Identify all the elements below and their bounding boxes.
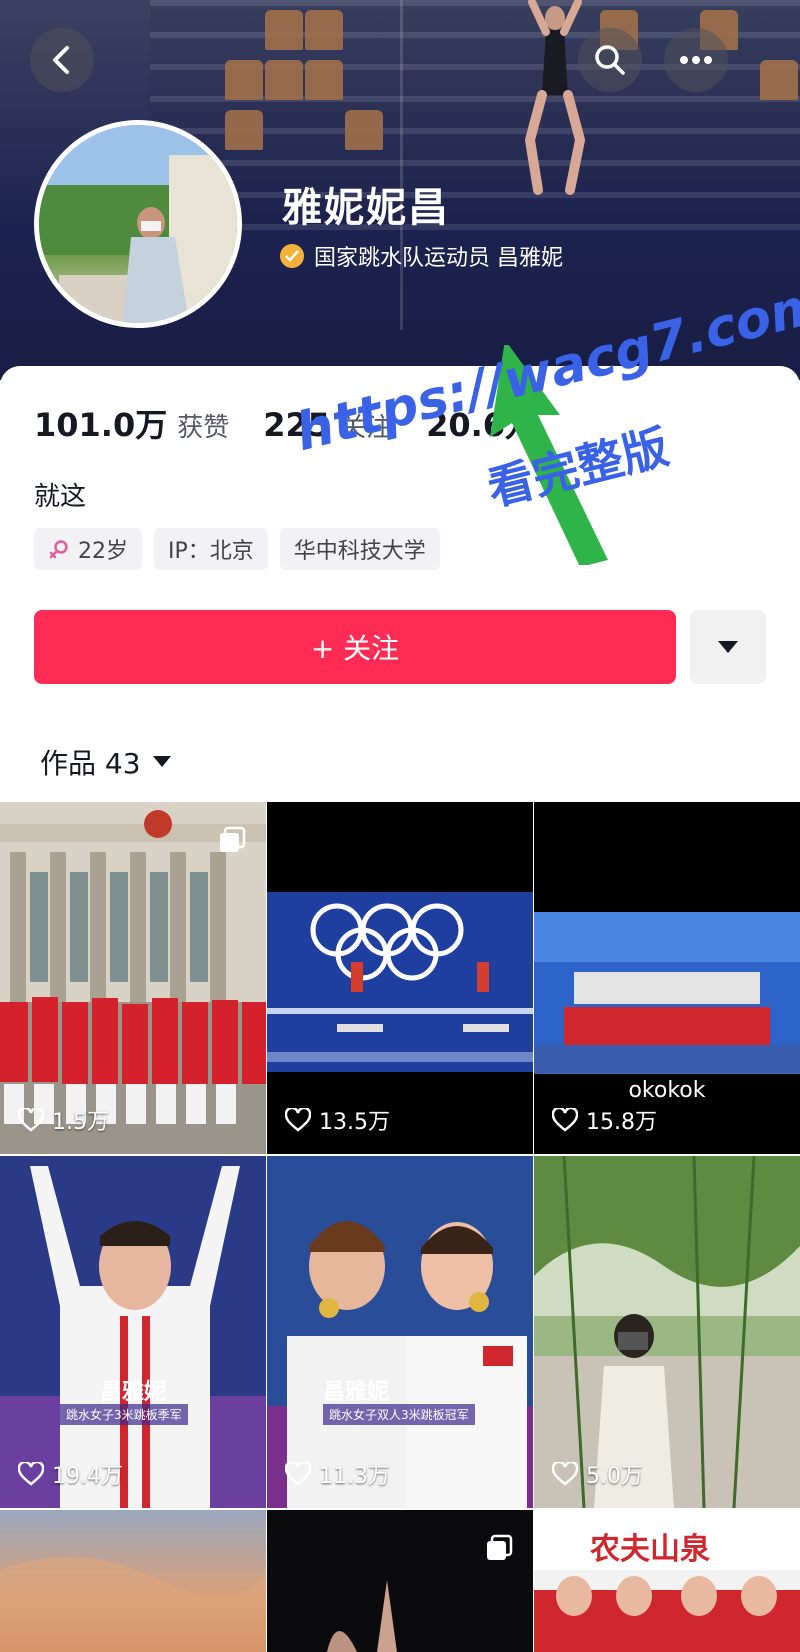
thumbnail-image — [0, 1557, 266, 1652]
banner-seat — [225, 60, 263, 100]
video-tile[interactable] — [0, 1510, 266, 1652]
followers-count[interactable]: 20.6万 — [426, 400, 537, 446]
profile-name: 雅妮妮昌 — [282, 185, 450, 231]
like-count-text: 15.8万 — [586, 1110, 657, 1135]
banner-seat — [345, 110, 383, 150]
search-button[interactable] — [578, 28, 642, 92]
female-icon — [49, 540, 68, 559]
verified-badge-icon — [280, 244, 304, 268]
heart-icon — [18, 1108, 44, 1132]
chevron-left-icon — [53, 46, 69, 74]
school-tag[interactable]: 华中科技大学 — [279, 528, 440, 570]
likes-label: 获赞 — [177, 413, 230, 443]
banner-seat — [225, 110, 263, 150]
like-count: 15.8万 — [552, 1104, 657, 1136]
avatar-photo — [39, 125, 237, 323]
overlay-subtitle: 跳水女子3米跳板季军 — [60, 1404, 188, 1425]
bio-text: 就这 — [34, 482, 87, 512]
video-tile[interactable]: 13.5万 — [267, 802, 533, 1154]
banner-seat — [760, 60, 798, 100]
more-options-button[interactable] — [664, 28, 728, 92]
follow-button[interactable]: + 关注 — [34, 610, 676, 684]
recommend-dropdown-button[interactable] — [690, 610, 766, 684]
banner-diver — [524, 0, 586, 195]
works-label: 作品 43 — [40, 747, 141, 780]
banner-seat — [305, 10, 343, 50]
more-icon — [680, 56, 712, 64]
tag-row: 22岁 IP：北京 华中科技大学 — [34, 528, 452, 570]
like-count: 13.5万 — [285, 1104, 390, 1136]
like-count: 11.3万 — [285, 1458, 390, 1490]
thumbnail-image — [0, 1156, 266, 1508]
like-count: 19.4万 — [18, 1458, 123, 1490]
thumbnail-image — [267, 1156, 533, 1508]
like-count-text: 13.5万 — [319, 1110, 390, 1135]
overlay-subtitle: 跳水女子双人3米跳板冠军 — [323, 1404, 475, 1425]
like-count-text: 5.0万 — [586, 1464, 643, 1489]
stats-row: 101.0万 获赞 225 关注 20.6万 — [34, 400, 537, 446]
multi-image-icon — [220, 826, 246, 852]
avatar[interactable] — [34, 120, 242, 328]
like-count: 5.0万 — [552, 1458, 643, 1490]
verification-line: 国家跳水队运动员 昌雅妮 — [280, 240, 563, 272]
like-count-text: 11.3万 — [319, 1464, 390, 1489]
caret-down-icon — [718, 641, 738, 653]
video-tile[interactable]: okokok 15.8万 — [534, 802, 800, 1154]
video-tile[interactable] — [267, 1510, 533, 1652]
video-tile[interactable]: 农夫山泉 — [534, 1510, 800, 1652]
thumbnail-image — [0, 802, 266, 1154]
age-tag: 22岁 — [34, 528, 142, 570]
verification-text: 国家跳水队运动员 昌雅妮 — [314, 246, 563, 271]
heart-icon — [552, 1108, 578, 1132]
heart-icon — [552, 1462, 578, 1486]
thumbnail-image — [267, 892, 533, 1072]
like-count-text: 1.5万 — [52, 1110, 109, 1135]
video-tile[interactable]: 5.0万 — [534, 1156, 800, 1508]
multi-image-icon — [487, 1534, 513, 1560]
thumbnail-image — [327, 1580, 397, 1652]
video-tile[interactable]: 1.5万 — [0, 802, 266, 1154]
profile-banner: 雅妮妮昌 国家跳水队运动员 昌雅妮 — [0, 0, 800, 380]
following-count[interactable]: 225 — [263, 406, 330, 444]
heart-icon — [285, 1462, 311, 1486]
age-text: 22岁 — [78, 539, 128, 564]
banner-seat — [265, 60, 303, 100]
search-icon — [595, 45, 625, 75]
thumbnail-image — [534, 1156, 800, 1508]
banner-seat — [305, 60, 343, 100]
back-button[interactable] — [30, 28, 94, 92]
banner-seat — [265, 10, 303, 50]
thumbnail-caption: okokok — [628, 1078, 706, 1103]
overlay-name: 昌雅妮 — [100, 1380, 167, 1405]
works-tab[interactable]: 作品 43 — [40, 742, 171, 782]
sponsor-banner: 农夫山泉 — [590, 1532, 710, 1567]
video-tile[interactable]: 昌雅妮 跳水女子双人3米跳板冠军 11.3万 — [267, 1156, 533, 1508]
ip-tag: IP：北京 — [154, 528, 268, 570]
like-count: 1.5万 — [18, 1104, 109, 1136]
heart-icon — [18, 1462, 44, 1486]
banner-rail — [400, 0, 403, 330]
heart-icon — [285, 1108, 311, 1132]
likes-count: 101.0万 — [34, 406, 168, 444]
video-tile[interactable]: 昌雅妮 跳水女子3米跳板季军 19.4万 — [0, 1156, 266, 1508]
like-count-text: 19.4万 — [52, 1464, 123, 1489]
caret-down-icon — [152, 756, 171, 767]
overlay-name: 昌雅妮 — [323, 1380, 390, 1405]
following-label[interactable]: 关注 — [340, 407, 392, 444]
multi-image-icon — [754, 1534, 780, 1560]
